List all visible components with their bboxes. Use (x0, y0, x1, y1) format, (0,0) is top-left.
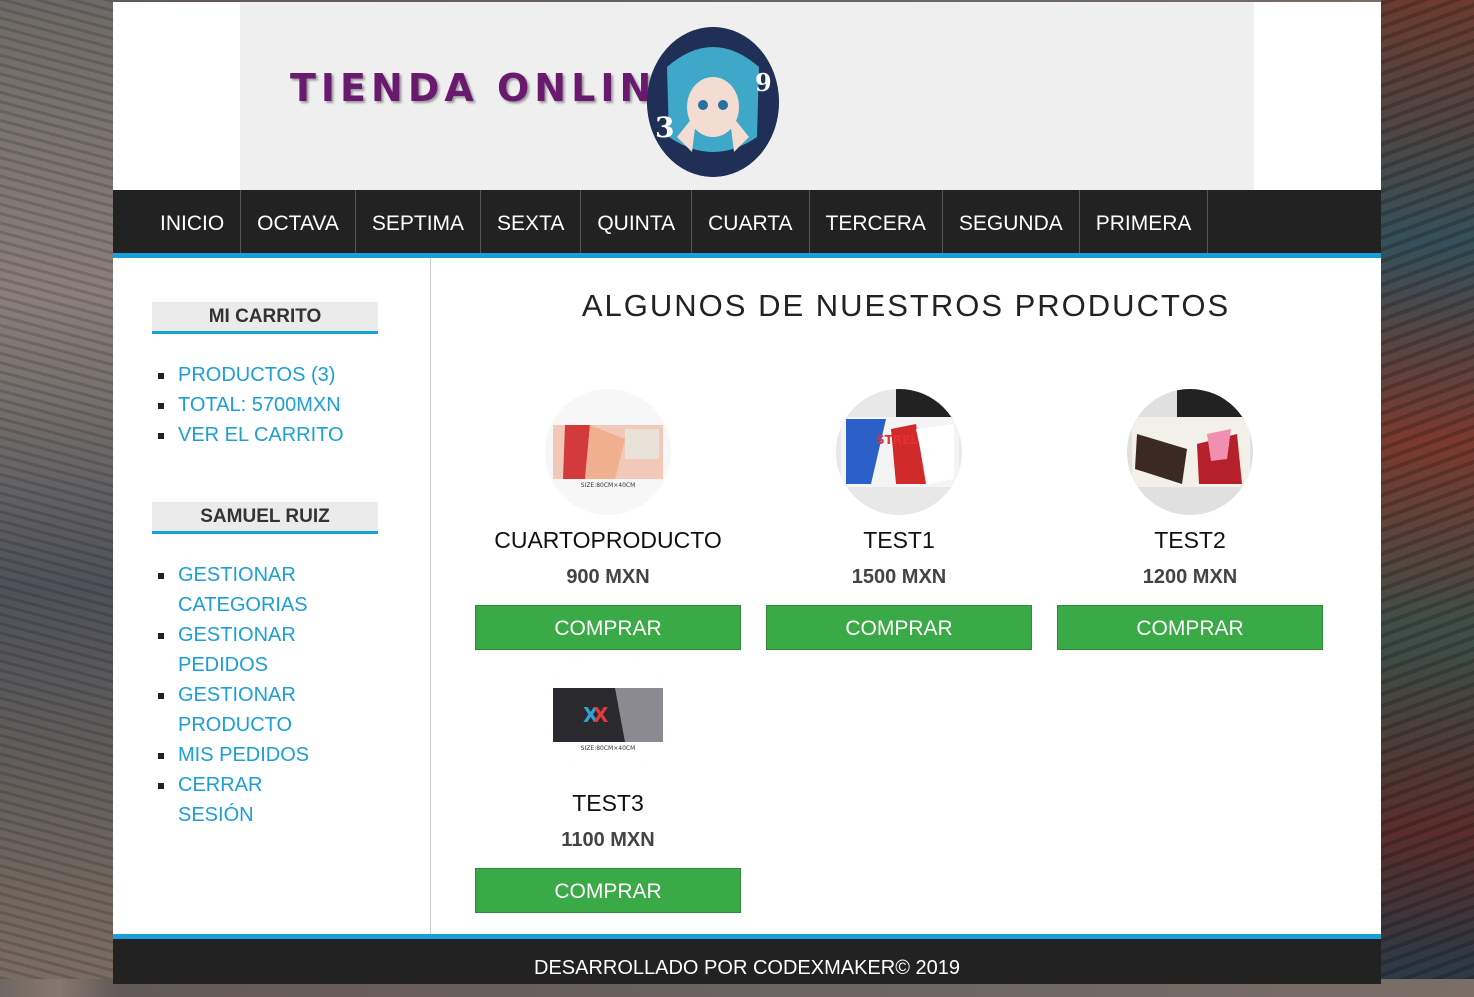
product-price: 900 MXN (566, 566, 650, 588)
product-card: STREL TEST1 1500 MXN COMPRAR (766, 389, 1032, 650)
sidebar: MI CARRITO PRODUCTOS (3) TOTAL: 5700MXN … (152, 302, 378, 830)
nav-item-primera[interactable]: PRIMERA (1080, 190, 1209, 253)
background-left (0, 0, 113, 979)
buy-button[interactable]: COMPRAR (766, 605, 1032, 650)
cart-block: MI CARRITO PRODUCTOS (3) TOTAL: 5700MXN … (152, 302, 378, 450)
product-card: X X SIZE:80CM×40CM TEST3 1100 MXN COMPRA… (475, 652, 741, 913)
svg-text:X: X (593, 703, 609, 727)
nav-item-quinta[interactable]: QUINTA (581, 190, 693, 253)
nav-item-tercera[interactable]: TERCERA (810, 190, 943, 253)
nav-item-septima[interactable]: SEPTIMA (356, 190, 482, 253)
product-image[interactable]: SIZE:80CM×40CM (545, 389, 671, 515)
svg-text:SIZE:80CM×40CM: SIZE:80CM×40CM (581, 745, 636, 752)
main-content: ALGUNOS DE NUESTROS PRODUCTOS SIZE:80CM×… (431, 258, 1381, 934)
nav-item-sexta[interactable]: SEXTA (481, 190, 582, 253)
svg-text:3: 3 (655, 111, 674, 144)
product-name[interactable]: TEST1 (766, 525, 1032, 555)
user-block: SAMUEL RUIZ GESTIONAR CATEGORIAS GESTION… (152, 502, 378, 830)
logo-text: TIENDA ONLINE (290, 66, 688, 110)
svg-text:STREL: STREL (876, 433, 918, 447)
cart-total-link[interactable]: TOTAL: 5700MXN (152, 390, 378, 420)
svg-text:9: 9 (755, 68, 772, 97)
product-price: 1500 MXN (851, 566, 947, 588)
product-image[interactable] (1127, 389, 1253, 515)
main-nav: INICIO OCTAVA SEPTIMA SEXTA QUINTA CUART… (113, 190, 1381, 258)
page-container: TIENDA ONLINE 3 9 INICIO OCTAVA SEPTIMA … (113, 2, 1381, 984)
nav-item-cuarta[interactable]: CUARTA (692, 190, 810, 253)
product-image[interactable]: X X SIZE:80CM×40CM (545, 652, 671, 778)
manage-product-link[interactable]: GESTIONAR PRODUCTO (152, 680, 322, 740)
product-name[interactable]: TEST3 (475, 788, 741, 818)
logo-image: 3 9 (647, 27, 779, 177)
nav-item-octava[interactable]: OCTAVA (241, 190, 356, 253)
product-name[interactable]: TEST2 (1057, 525, 1323, 555)
cart-title: MI CARRITO (152, 302, 378, 334)
product-card: SIZE:80CM×40CM CUARTOPRODUCTO 900 MXN CO… (475, 389, 741, 650)
manage-categories-link[interactable]: GESTIONAR CATEGORIAS (152, 560, 322, 620)
user-name-title: SAMUEL RUIZ (152, 502, 378, 534)
background-right (1381, 0, 1474, 979)
logout-link[interactable]: CERRAR SESIÓN (152, 770, 322, 830)
footer-text: DESARROLLADO POR CODEXMAKER© 2019 (534, 957, 960, 979)
buy-button[interactable]: COMPRAR (1057, 605, 1323, 650)
product-card: TEST2 1200 MXN COMPRAR (1057, 389, 1323, 650)
product-price: 1200 MXN (1142, 566, 1238, 588)
site-header: TIENDA ONLINE 3 9 (240, 2, 1254, 190)
nav-item-segunda[interactable]: SEGUNDA (943, 190, 1080, 253)
manage-orders-link[interactable]: GESTIONAR PEDIDOS (152, 620, 322, 680)
product-image[interactable]: STREL (836, 389, 962, 515)
site-footer: DESARROLLADO POR CODEXMAKER© 2019 (113, 934, 1381, 984)
buy-button[interactable]: COMPRAR (475, 605, 741, 650)
nav-item-inicio[interactable]: INICIO (144, 190, 242, 253)
product-price: 1100 MXN (561, 829, 655, 851)
buy-button[interactable]: COMPRAR (475, 868, 741, 913)
cart-products-link[interactable]: PRODUCTOS (3) (152, 360, 378, 390)
view-cart-link[interactable]: VER EL CARRITO (152, 420, 378, 450)
page-title: ALGUNOS DE NUESTROS PRODUCTOS (581, 288, 1231, 323)
my-orders-link[interactable]: MIS PEDIDOS (152, 740, 322, 770)
product-name[interactable]: CUARTOPRODUCTO (475, 525, 741, 555)
svg-text:SIZE:80CM×40CM: SIZE:80CM×40CM (581, 482, 636, 489)
